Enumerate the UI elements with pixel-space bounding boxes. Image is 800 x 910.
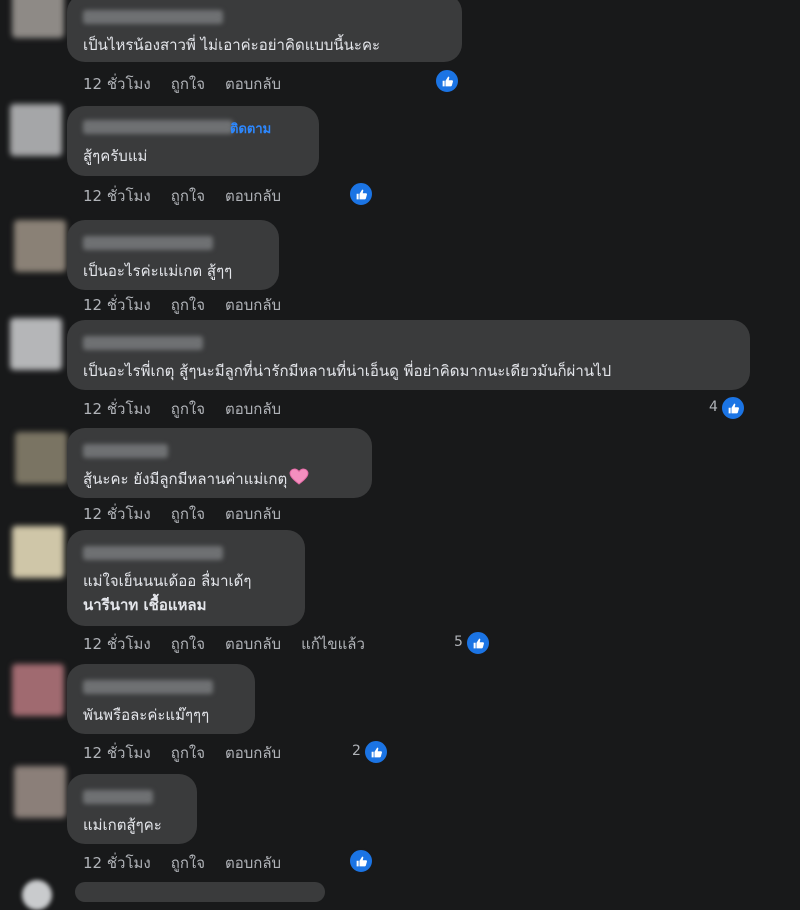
edited-label: แก้ไขแล้ว	[301, 635, 365, 653]
reaction-count[interactable]: 2	[352, 743, 361, 759]
commenter-name[interactable]	[83, 120, 233, 134]
like-button[interactable]: ถูกใจ	[171, 187, 205, 205]
reply-button[interactable]: ตอบกลับ	[225, 400, 281, 418]
comment-bubble: เป็นอะไรค่ะแม่เกต สู้ๆๆ	[67, 220, 279, 290]
comment-actions: 12 ชั่วโมง ถูกใจ ตอบกลับ	[83, 741, 301, 765]
reply-button[interactable]: ตอบกลับ	[225, 187, 281, 205]
follow-button[interactable]: ติดตาม	[230, 118, 271, 139]
comment-bubble: พันพรือละค่ะแม๊ๆๆๆ	[67, 664, 255, 734]
comment-text: สู้นะคะ ยังมีลูกมีหลานค่าแม่เกตุ	[83, 467, 358, 492]
like-icon[interactable]	[720, 395, 746, 421]
reply-button[interactable]: ตอบกลับ	[225, 635, 281, 653]
commenter-name[interactable]	[83, 444, 168, 458]
like-icon[interactable]	[465, 630, 491, 656]
commenter-name[interactable]	[83, 236, 213, 250]
avatar[interactable]	[10, 104, 62, 156]
comment-actions: 12 ชั่วโมง ถูกใจ ตอบกลับ	[83, 397, 301, 421]
like-icon[interactable]	[363, 739, 389, 765]
comment-time[interactable]: 12 ชั่วโมง	[83, 296, 151, 314]
avatar[interactable]	[10, 318, 62, 370]
comment-actions: 12 ชั่วโมง ถูกใจ ตอบกลับ	[83, 851, 301, 875]
reaction-count[interactable]: 4	[709, 399, 718, 415]
like-button[interactable]: ถูกใจ	[171, 505, 205, 523]
comment-bubble: สู้นะคะ ยังมีลูกมีหลานค่าแม่เกตุ	[67, 428, 372, 498]
avatar[interactable]	[12, 0, 64, 38]
mention-link[interactable]: นารีนาท เชื้อแหลม	[83, 593, 291, 617]
avatar[interactable]	[14, 220, 66, 272]
avatar[interactable]	[14, 766, 66, 818]
comment-text: แม่ใจเย็นนนเด้ออ ลื่มาเด้ๆ	[83, 572, 252, 590]
like-icon[interactable]	[434, 68, 460, 94]
comment-time[interactable]: 12 ชั่วโมง	[83, 75, 151, 93]
comment-text: พันพรือละค่ะแม๊ๆๆๆ	[83, 706, 210, 724]
comment-time[interactable]: 12 ชั่วโมง	[83, 187, 151, 205]
comment-text: เป็นไหรน้องสาวพี่ ไม่เอาค่ะอย่าคิดแบบนี้…	[83, 36, 381, 54]
comment-text: สู้ๆครับแม่	[83, 147, 148, 165]
reaction-count[interactable]: 5	[454, 634, 463, 650]
reply-button[interactable]: ตอบกลับ	[225, 505, 281, 523]
commenter-name[interactable]	[83, 546, 223, 560]
comment-actions: 12 ชั่วโมง ถูกใจ ตอบกลับ	[83, 184, 301, 208]
comment-time[interactable]: 12 ชั่วโมง	[83, 854, 151, 872]
reply-button[interactable]: ตอบกลับ	[225, 854, 281, 872]
like-icon[interactable]	[348, 181, 374, 207]
comment-actions: 12 ชั่วโมง ถูกใจ ตอบกลับ	[83, 293, 301, 317]
comment-actions: 12 ชั่วโมง ถูกใจ ตอบกลับ	[83, 72, 301, 96]
avatar[interactable]	[12, 664, 64, 716]
commenter-name[interactable]	[83, 680, 213, 694]
commenter-name[interactable]	[83, 10, 223, 24]
comment-time[interactable]: 12 ชั่วโมง	[83, 400, 151, 418]
commenter-name[interactable]	[83, 790, 153, 804]
avatar[interactable]	[15, 432, 67, 484]
comment-time[interactable]: 12 ชั่วโมง	[83, 744, 151, 762]
pink-heart-icon	[289, 467, 309, 492]
comment-actions: 12 ชั่วโมง ถูกใจ ตอบกลับ	[83, 502, 301, 526]
avatar[interactable]	[12, 526, 64, 578]
comment-actions: 12 ชั่วโมง ถูกใจ ตอบกลับ แก้ไขแล้ว	[83, 632, 385, 656]
like-icon[interactable]	[348, 848, 374, 874]
like-button[interactable]: ถูกใจ	[171, 400, 205, 418]
reply-button[interactable]: ตอบกลับ	[225, 296, 281, 314]
like-button[interactable]: ถูกใจ	[171, 744, 205, 762]
comment-time[interactable]: 12 ชั่วโมง	[83, 505, 151, 523]
comment-bubble: เป็นไหรน้องสาวพี่ ไม่เอาค่ะอย่าคิดแบบนี้…	[67, 0, 462, 62]
comment-bubble: แม่เกตสู้ๆคะ	[67, 774, 197, 844]
comment-text-body: สู้นะคะ ยังมีลูกมีหลานค่าแม่เกตุ	[83, 470, 288, 488]
comment-time[interactable]: 12 ชั่วโมง	[83, 635, 151, 653]
comment-bubble	[75, 882, 325, 902]
comment-text: แม่เกตสู้ๆคะ	[83, 816, 162, 834]
reply-button[interactable]: ตอบกลับ	[225, 75, 281, 93]
comment-bubble: เป็นอะไรพี่เกตุ สู้ๆนะมีลูกที่น่ารักมีหล…	[67, 320, 750, 390]
like-button[interactable]: ถูกใจ	[171, 75, 205, 93]
reply-button[interactable]: ตอบกลับ	[225, 744, 281, 762]
like-button[interactable]: ถูกใจ	[171, 854, 205, 872]
commenter-name[interactable]	[83, 336, 203, 350]
like-button[interactable]: ถูกใจ	[171, 296, 205, 314]
comment-bubble: แม่ใจเย็นนนเด้ออ ลื่มาเด้ๆ นารีนาท เชื้อ…	[67, 530, 305, 626]
comment-text: เป็นอะไรค่ะแม่เกต สู้ๆๆ	[83, 262, 233, 280]
like-button[interactable]: ถูกใจ	[171, 635, 205, 653]
comment-bubble: ติดตาม สู้ๆครับแม่	[67, 106, 319, 176]
comment-text: เป็นอะไรพี่เกตุ สู้ๆนะมีลูกที่น่ารักมีหล…	[83, 362, 612, 380]
avatar[interactable]	[22, 880, 52, 910]
